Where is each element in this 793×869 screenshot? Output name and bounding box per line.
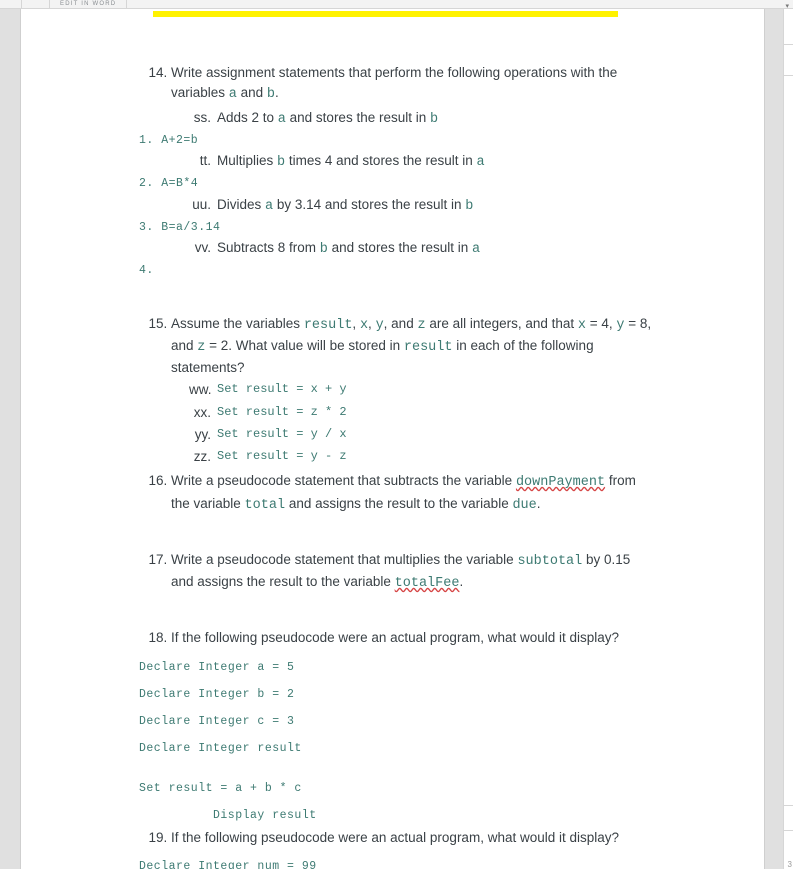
v: x (578, 318, 586, 333)
sub-text: Subtracts 8 from b and stores the result… (217, 238, 480, 260)
sidebar-tile-bottom[interactable] (784, 805, 793, 831)
v-subtotal: subtotal (517, 554, 582, 569)
t: and assigns the result to the variable (285, 496, 512, 511)
sub-code: Set result = z * 2 (217, 403, 347, 423)
sub-label: vv. (189, 238, 211, 260)
sub-code: Set result = x + y (217, 380, 347, 400)
t: . (537, 496, 541, 511)
t: Divides (217, 197, 265, 212)
q15-sub-zz: zz. Set result = y - z (189, 447, 654, 467)
t: are all integers, and that (426, 316, 578, 331)
sub-label: ss. (189, 108, 211, 130)
v: b (465, 199, 473, 214)
t: , (352, 316, 360, 331)
q14-ans-2: 2. A=B*4 (139, 175, 654, 192)
question-17: Write a pseudocode statement that multip… (171, 550, 654, 595)
question-15: Assume the variables result, x, y, and z… (171, 314, 654, 468)
right-sidebar: 3 (783, 9, 793, 869)
q19-text: If the following pseudocode were an actu… (171, 830, 619, 845)
v: b (320, 242, 328, 257)
q18-text: If the following pseudocode were an actu… (171, 630, 619, 645)
q18-code-l2: Declare Integer b = 2 (139, 686, 654, 703)
v: b (277, 155, 285, 170)
q14-sub-ss: ss. Adds 2 to a and stores the result in… (189, 108, 654, 130)
v: z (417, 318, 425, 333)
sub-code: Set result = y / x (217, 425, 347, 445)
question-16: Write a pseudocode statement that subtra… (171, 471, 654, 516)
v-due: due (512, 498, 536, 513)
sub-text: Divides a by 3.14 and stores the result … (217, 195, 473, 217)
q14-var-a: a (229, 87, 237, 102)
document-page: Write assignment statements that perform… (20, 9, 765, 869)
t: = 2. What value will be stored in (205, 338, 403, 353)
t: , and (384, 316, 418, 331)
edit-in-word-button[interactable]: EDIT IN WORD (49, 0, 127, 8)
q15-sub-ww: ww. Set result = x + y (189, 380, 654, 400)
t: Subtracts 8 from (217, 240, 320, 255)
page-number-indicator: 3 (788, 860, 792, 869)
t: Write a pseudocode statement that subtra… (171, 473, 516, 488)
t: Write a pseudocode statement that multip… (171, 552, 517, 567)
q18-code-l5: Set result = a + b * c (139, 780, 654, 797)
q19-code-l1: Declare Integer num = 99 (139, 858, 654, 869)
q14-text-c: . (275, 85, 279, 100)
v-totalfee: totalFee (395, 576, 460, 591)
q18-code-l6: Display result (213, 807, 654, 824)
q18-code-l1: Declare Integer a = 5 (139, 659, 654, 676)
t: and stores the result in (328, 240, 472, 255)
q14-var-b: b (267, 87, 275, 102)
t: times 4 and stores the result in (285, 153, 476, 168)
q18-code-l4: Declare Integer result (139, 740, 654, 757)
q14-ans-4: 4. (139, 262, 654, 279)
q14-sub-tt: tt. Multiplies b times 4 and stores the … (189, 151, 654, 173)
sub-label: yy. (189, 425, 211, 445)
question-list: Write assignment statements that perform… (139, 63, 654, 869)
v: result (404, 340, 453, 355)
t: and stores the result in (286, 110, 430, 125)
q14-text-b: and (237, 85, 267, 100)
sub-code: Set result = y - z (217, 447, 347, 467)
viewport: EDIT IN WORD ▾ 3 Write assignment statem… (0, 0, 793, 869)
v: a (265, 199, 273, 214)
sub-label: uu. (189, 195, 211, 217)
q14-sub-uu: uu. Divides a by 3.14 and stores the res… (189, 195, 654, 217)
sub-label: ww. (189, 380, 211, 400)
v: y (376, 318, 384, 333)
toolbar-segment-left (0, 0, 22, 8)
sub-text: Multiplies b times 4 and stores the resu… (217, 151, 485, 173)
v: a (278, 112, 286, 127)
sub-label: zz. (189, 447, 211, 467)
sub-label: xx. (189, 403, 211, 423)
q14-ans-3: 3. B=a/3.14 (139, 219, 654, 236)
v: result (304, 318, 353, 333)
v-total: total (245, 498, 286, 513)
q15-sub-xx: xx. Set result = z * 2 (189, 403, 654, 423)
t: Multiplies (217, 153, 277, 168)
t: . (459, 574, 463, 589)
v: b (430, 112, 438, 127)
q15-sub-yy: yy. Set result = y / x (189, 425, 654, 445)
q18-code-l3: Declare Integer c = 3 (139, 713, 654, 730)
sidebar-tile-top[interactable] (784, 44, 793, 76)
t: Adds 2 to (217, 110, 278, 125)
t: Assume the variables (171, 316, 304, 331)
sub-text: Adds 2 to a and stores the result in b (217, 108, 438, 130)
t: = 4, (586, 316, 616, 331)
question-19: If the following pseudocode were an actu… (171, 828, 654, 869)
q14-sub-vv: vv. Subtracts 8 from b and stores the re… (189, 238, 654, 260)
top-toolbar: EDIT IN WORD ▾ (0, 0, 793, 9)
question-18: If the following pseudocode were an actu… (171, 628, 654, 824)
t: by 3.14 and stores the result in (273, 197, 465, 212)
v: a (476, 155, 484, 170)
highlight-strip (153, 11, 618, 17)
sub-label: tt. (189, 151, 211, 173)
v-downpayment: downPayment (516, 475, 605, 490)
v: x (360, 318, 368, 333)
document-canvas[interactable]: Write assignment statements that perform… (0, 9, 783, 869)
q14-ans-1: 1. A+2=b (139, 132, 654, 149)
v: a (472, 242, 480, 257)
v: y (616, 318, 624, 333)
t: , (368, 316, 376, 331)
question-14: Write assignment statements that perform… (171, 63, 654, 280)
